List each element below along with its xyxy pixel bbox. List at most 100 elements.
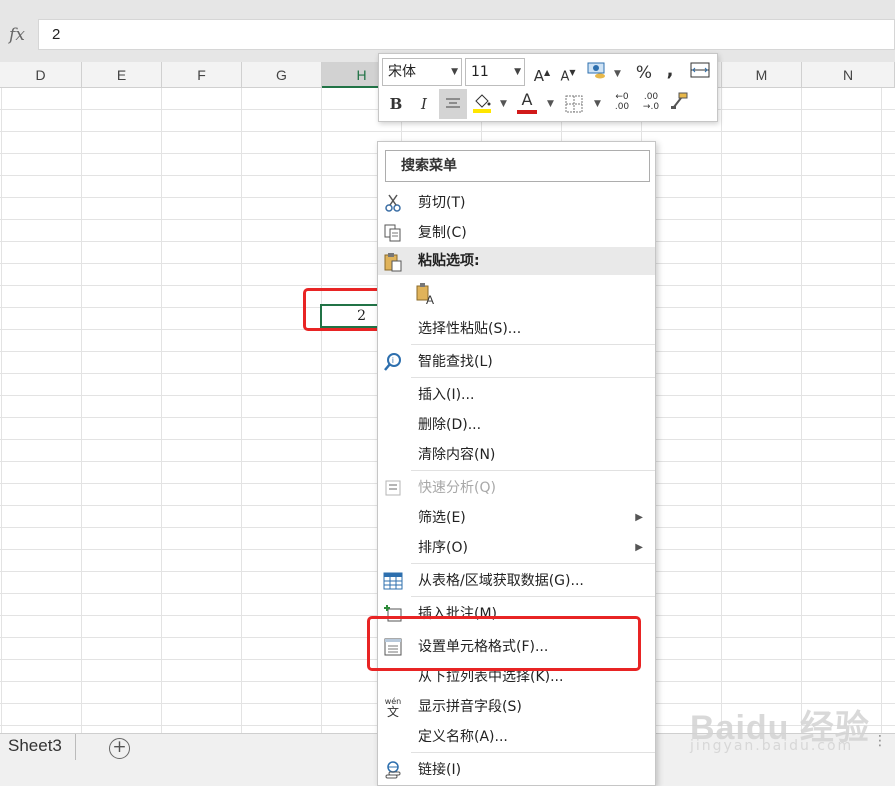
menu-header-paste-options: 粘贴选项:: [378, 247, 655, 275]
menu-item-label: 显示拼音字段(S): [418, 699, 522, 715]
wrap-text-button[interactable]: [687, 60, 713, 86]
menu-search-input[interactable]: 搜索菜单: [385, 150, 650, 182]
watermark: Baidu 经验 jingyan.baidu.com: [690, 690, 890, 770]
menu-item-link[interactable]: 链接(I): [378, 755, 655, 785]
font-color-swatch: [517, 110, 537, 114]
accounting-format-button[interactable]: [584, 60, 610, 86]
decrease-font-button[interactable]: A▼: [556, 60, 580, 86]
menu-item-insert[interactable]: 插入(I)...: [378, 380, 655, 410]
submenu-arrow-icon: ▶: [635, 542, 643, 553]
scissors-icon: [383, 193, 403, 213]
menu-item-label: 链接(I): [418, 762, 462, 778]
menu-item-label: 剪切(T): [418, 195, 466, 211]
menu-item-label: 快速分析(Q): [418, 480, 496, 496]
chevron-down-icon: ▼: [514, 67, 521, 77]
comma-style-button[interactable]: ,: [660, 58, 680, 84]
paste-icon: [383, 252, 403, 272]
menu-item-define-name[interactable]: 定义名称(A)...: [378, 722, 655, 752]
fill-bucket-icon: [473, 94, 491, 113]
paste-values-icon: A: [415, 283, 435, 306]
formula-input[interactable]: 2: [38, 19, 895, 50]
watermark-url: jingyan.baidu.com: [690, 738, 854, 754]
menu-item-get-data-from-table[interactable]: 从表格/区域获取数据(G)...: [378, 566, 655, 596]
mini-toolbar: 宋体 ▼ 11 ▼ A▲ A▼ ▼ % , B I ▼ A ▼ ▼ ←0 .00…: [378, 53, 718, 122]
menu-item-show-phonetic[interactable]: wén 文 显示拼音字段(S): [378, 692, 655, 722]
menu-item-paste-special[interactable]: 选择性粘贴(S)...: [378, 314, 655, 344]
column-header[interactable]: F: [162, 62, 242, 88]
percent-style-button[interactable]: %: [632, 60, 656, 86]
increase-decimal-label: .00: [614, 102, 630, 112]
menu-item-label: 复制(C): [418, 225, 467, 241]
chevron-down-icon[interactable]: ▼: [614, 69, 621, 79]
menu-item-delete[interactable]: 删除(D)...: [378, 410, 655, 440]
increase-font-button[interactable]: A▲: [530, 60, 554, 86]
decrease-decimal-label: .00: [643, 92, 659, 102]
phonetic-icon: wén 文: [383, 697, 403, 719]
font-size-value: 11: [471, 64, 489, 80]
chevron-down-icon[interactable]: ▼: [594, 99, 601, 109]
decrease-decimal-button[interactable]: .00 →.0: [638, 92, 664, 118]
format-painter-icon: [671, 92, 688, 109]
chevron-down-icon: ▼: [451, 67, 458, 77]
phonetic-bottom: 文: [386, 704, 399, 719]
menu-item-paste-values[interactable]: A: [378, 278, 655, 316]
table-icon: [383, 571, 403, 591]
menu-header-label: 粘贴选项:: [418, 253, 480, 269]
menu-item-filter[interactable]: 筛选(E) ▶: [378, 503, 655, 533]
column-header[interactable]: M: [722, 62, 802, 88]
accounting-icon: [587, 62, 605, 79]
decrease-decimal-icon: →.0: [642, 102, 660, 112]
chevron-down-icon[interactable]: ▼: [500, 99, 507, 109]
menu-item-label: 清除内容(N): [418, 447, 496, 463]
increase-font-icon: A: [533, 67, 545, 85]
menu-separator: [411, 377, 655, 378]
font-color-button[interactable]: A: [515, 90, 539, 116]
borders-button[interactable]: [562, 91, 586, 117]
link-icon: [383, 760, 403, 780]
add-sheet-button[interactable]: +: [109, 738, 130, 759]
increase-decimal-icon: ←0: [615, 92, 629, 102]
column-header[interactable]: G: [242, 62, 322, 88]
font-color-icon: A: [521, 90, 533, 109]
increase-decimal-button[interactable]: ←0 .00: [609, 92, 635, 118]
column-header[interactable]: D: [0, 62, 82, 88]
format-painter-button[interactable]: [667, 91, 691, 117]
menu-item-label: 智能查找(L): [418, 354, 493, 370]
column-header[interactable]: N: [802, 62, 895, 88]
menu-item-label: 筛选(E): [418, 510, 466, 526]
wrap-text-icon: [690, 62, 710, 78]
smart-lookup-icon: i: [383, 352, 403, 372]
column-header[interactable]: E: [82, 62, 162, 88]
chevron-down-icon[interactable]: ▼: [547, 99, 554, 109]
menu-separator: [411, 596, 655, 597]
svg-text:A: A: [426, 293, 434, 306]
menu-item-label: 从表格/区域获取数据(G)...: [418, 573, 584, 589]
center-align-button[interactable]: [439, 89, 467, 119]
italic-button[interactable]: I: [412, 91, 436, 117]
menu-item-label: 插入(I)...: [418, 387, 475, 403]
menu-item-cut[interactable]: 剪切(T): [378, 188, 655, 218]
fill-color-button[interactable]: [470, 91, 494, 117]
menu-item-smart-lookup[interactable]: i 智能查找(L): [378, 347, 655, 377]
bold-button[interactable]: B: [384, 91, 408, 117]
menu-item-label: 选择性粘贴(S)...: [418, 321, 522, 337]
menu-item-sort[interactable]: 排序(O) ▶: [378, 533, 655, 563]
copy-icon: [383, 223, 403, 243]
menu-item-label: 从下拉列表中选择(K)...: [418, 669, 564, 685]
sheet-tab-active[interactable]: Sheet3: [0, 734, 76, 760]
font-name-select[interactable]: 宋体 ▼: [382, 58, 462, 86]
font-size-select[interactable]: 11 ▼: [465, 58, 525, 86]
menu-item-copy[interactable]: 复制(C): [378, 218, 655, 248]
font-name-value: 宋体: [388, 64, 416, 80]
align-center-icon: [446, 98, 460, 108]
svg-text:i: i: [392, 356, 394, 365]
submenu-arrow-icon: ▶: [635, 512, 643, 523]
menu-item-label: 排序(O): [418, 540, 468, 556]
menu-item-clear-contents[interactable]: 清除内容(N): [378, 440, 655, 470]
insert-function-icon[interactable]: fx: [0, 20, 34, 50]
menu-item-quick-analysis: 快速分析(Q): [378, 473, 655, 503]
context-menu: 搜索菜单 剪切(T) 复制(C) 粘贴选项: A 选择性粘贴(S)... i 智…: [377, 141, 656, 786]
menu-separator: [411, 563, 655, 564]
borders-icon: [565, 95, 583, 113]
menu-item-label: 定义名称(A)...: [418, 729, 508, 745]
